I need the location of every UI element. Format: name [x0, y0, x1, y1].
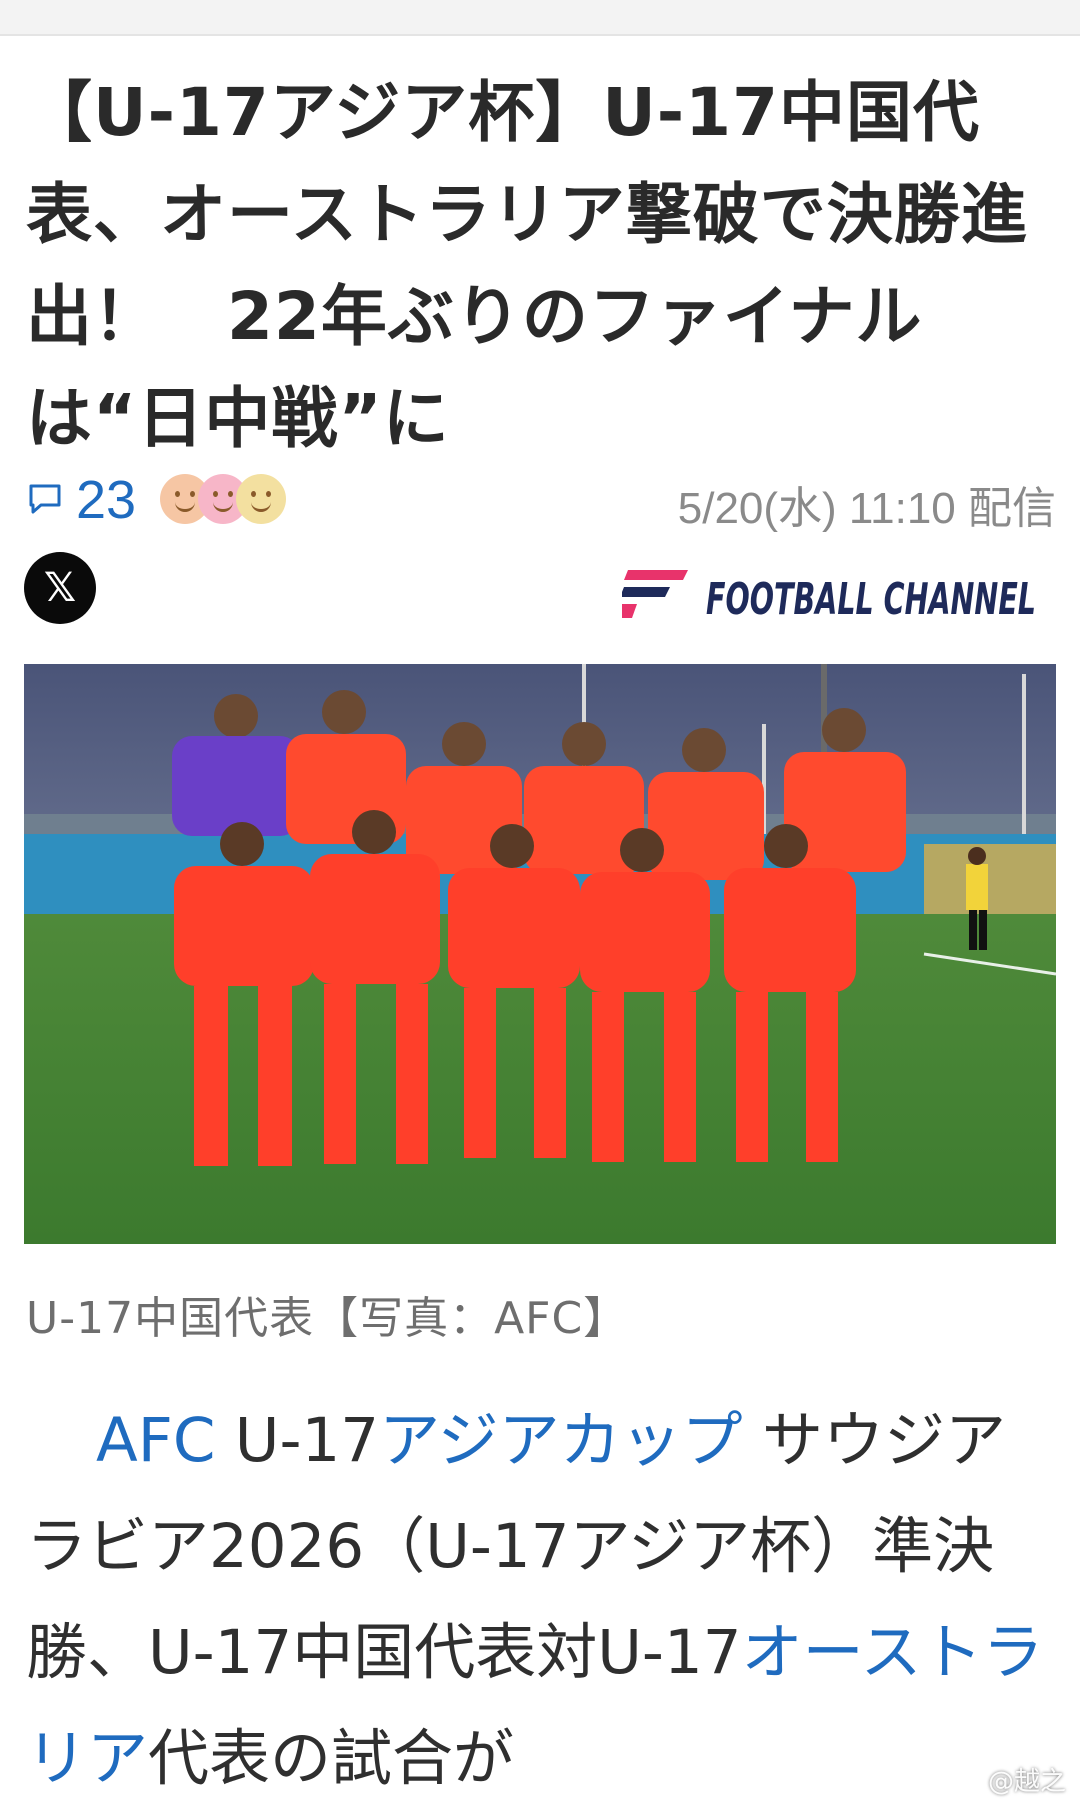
football-channel-logo[interactable]: FOOTBALL CHANNEL — [617, 556, 1042, 628]
comments-link[interactable]: 23 — [26, 470, 136, 530]
body-text-segment: 代表の試合が — [148, 1723, 515, 1794]
link-asian-cup[interactable]: アジアカップ — [379, 1405, 743, 1476]
x-logo-icon: 𝕏 — [43, 565, 77, 611]
comment-count: 23 — [76, 470, 137, 530]
brand-logo-text: FOOTBALL CHANNEL — [706, 574, 1036, 625]
reaction-icons[interactable] — [160, 474, 300, 526]
top-bar — [0, 0, 1080, 36]
publish-date: 5/20(水) 11:10 配信 — [677, 484, 1056, 533]
photo-caption: U-17中国代表【写真：AFC】 — [26, 1293, 629, 1344]
meta-row: 23 5/20(水) 11:10 配信 — [26, 462, 1056, 538]
share-x-button[interactable]: 𝕏 — [24, 552, 96, 624]
article-body: AFC U-17アジアカップ サウジアラビア2026（U-17アジア杯）準決勝、… — [26, 1388, 1056, 1812]
comment-bubble-icon — [26, 479, 64, 521]
article-headline: 【U-17アジア杯】U-17中国代表、オーストラリア撃破で決勝進出！ 22年ぶり… — [26, 74, 1028, 457]
link-afc[interactable]: AFC — [96, 1405, 215, 1476]
body-text-segment: U-17 — [215, 1405, 380, 1476]
team-photo — [24, 664, 1056, 1244]
weibo-watermark: @越之 — [987, 1767, 1066, 1797]
brand-mark-icon — [617, 570, 688, 618]
smile-face-icon — [236, 474, 286, 524]
